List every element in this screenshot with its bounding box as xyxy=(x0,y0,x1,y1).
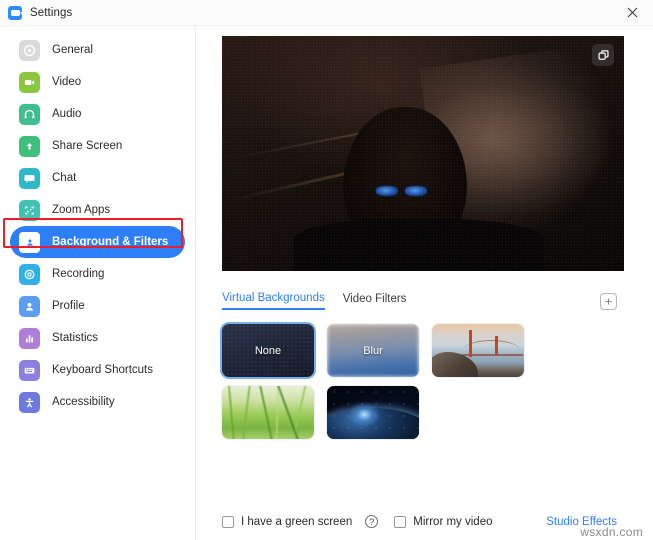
checkbox-box xyxy=(394,515,407,528)
background-thumbnail-grid: None Blur xyxy=(222,324,627,439)
sidebar-item-label: Video xyxy=(52,76,82,88)
background-blur[interactable]: Blur xyxy=(327,324,419,377)
sidebar-item-keyboard-shortcuts[interactable]: Keyboard Shortcuts xyxy=(10,354,185,386)
sidebar-item-label: Chat xyxy=(52,172,77,184)
sidebar-item-accessibility[interactable]: Accessibility xyxy=(10,386,185,418)
sidebar-item-recording[interactable]: Recording xyxy=(10,258,185,290)
sidebar-item-general[interactable]: General xyxy=(10,34,185,66)
person-icon xyxy=(19,231,40,253)
window-body: General Video Audio Share Screen Chat Zo… xyxy=(0,26,653,540)
plus-icon[interactable] xyxy=(600,292,617,310)
background-golden-gate-bridge[interactable] xyxy=(432,324,524,377)
settings-window: Settings General Video Audio Share Scree… xyxy=(0,0,653,540)
keyboard-icon xyxy=(19,359,40,381)
tab-virtual-backgrounds[interactable]: Virtual Backgrounds xyxy=(222,292,325,310)
video-icon xyxy=(19,71,40,93)
background-none[interactable]: None xyxy=(222,324,314,377)
checkbox-box xyxy=(222,515,234,528)
sidebar-item-background-and-filters[interactable]: Background & Filters xyxy=(10,226,185,258)
watermark: wsxdn.com xyxy=(580,525,643,539)
window-title: Settings xyxy=(30,6,73,19)
background-thumbnail-label: None xyxy=(254,344,282,357)
tab-video-filters[interactable]: Video Filters xyxy=(343,293,407,309)
background-thumbnail-label: Blur xyxy=(363,344,383,357)
mirror-video-checkbox[interactable]: Mirror my video xyxy=(394,515,493,528)
background-earth-space[interactable] xyxy=(327,386,419,439)
sidebar-item-label: Statistics xyxy=(52,332,99,344)
sidebar-item-audio[interactable]: Audio xyxy=(10,98,185,130)
gear-icon xyxy=(19,39,40,61)
sidebar-item-label: Keyboard Shortcuts xyxy=(52,364,154,376)
sidebar-item-label: Accessibility xyxy=(52,396,115,408)
record-icon xyxy=(19,263,40,285)
zoom-camera-icon xyxy=(8,5,23,20)
background-grass[interactable] xyxy=(222,386,314,439)
chat-icon xyxy=(19,167,40,189)
sidebar-item-chat[interactable]: Chat xyxy=(10,162,185,194)
bar-chart-icon xyxy=(19,327,40,349)
video-preview xyxy=(222,36,624,271)
upload-icon xyxy=(19,135,40,157)
headphones-icon xyxy=(19,103,40,125)
mirror-video-label: Mirror my video xyxy=(413,515,493,528)
sidebar-item-statistics[interactable]: Statistics xyxy=(10,322,185,354)
tabs-row: Virtual Backgrounds Video Filters xyxy=(222,290,635,312)
sidebar-item-label: General xyxy=(52,44,93,56)
question-mark-icon[interactable]: ? xyxy=(365,515,379,528)
sidebar-item-profile[interactable]: Profile xyxy=(10,290,185,322)
accessibility-icon xyxy=(19,391,40,413)
sidebar-item-label: Recording xyxy=(52,268,105,280)
settings-sidebar: General Video Audio Share Screen Chat Zo… xyxy=(0,26,196,540)
sidebar-item-label: Profile xyxy=(52,300,85,312)
snapshot-icon[interactable] xyxy=(592,44,614,66)
settings-main-panel: Virtual Backgrounds Video Filters None B… xyxy=(196,26,653,540)
apps-icon xyxy=(19,199,40,221)
sidebar-item-label: Share Screen xyxy=(52,140,123,152)
sidebar-item-label: Audio xyxy=(52,108,82,120)
green-screen-label: I have a green screen xyxy=(241,515,353,528)
sidebar-item-label: Zoom Apps xyxy=(52,204,111,216)
sidebar-item-share-screen[interactable]: Share Screen xyxy=(10,130,185,162)
sidebar-item-video[interactable]: Video xyxy=(10,66,185,98)
preview-noise xyxy=(222,36,624,271)
title-bar: Settings xyxy=(0,0,653,26)
sidebar-item-label: Background & Filters xyxy=(52,236,169,248)
footer-controls: I have a green screen ? Mirror my video … xyxy=(222,515,635,540)
sidebar-item-zoom-apps[interactable]: Zoom Apps xyxy=(10,194,185,226)
close-button[interactable] xyxy=(611,0,653,26)
profile-icon xyxy=(19,295,40,317)
green-screen-checkbox[interactable]: I have a green screen xyxy=(222,515,353,528)
